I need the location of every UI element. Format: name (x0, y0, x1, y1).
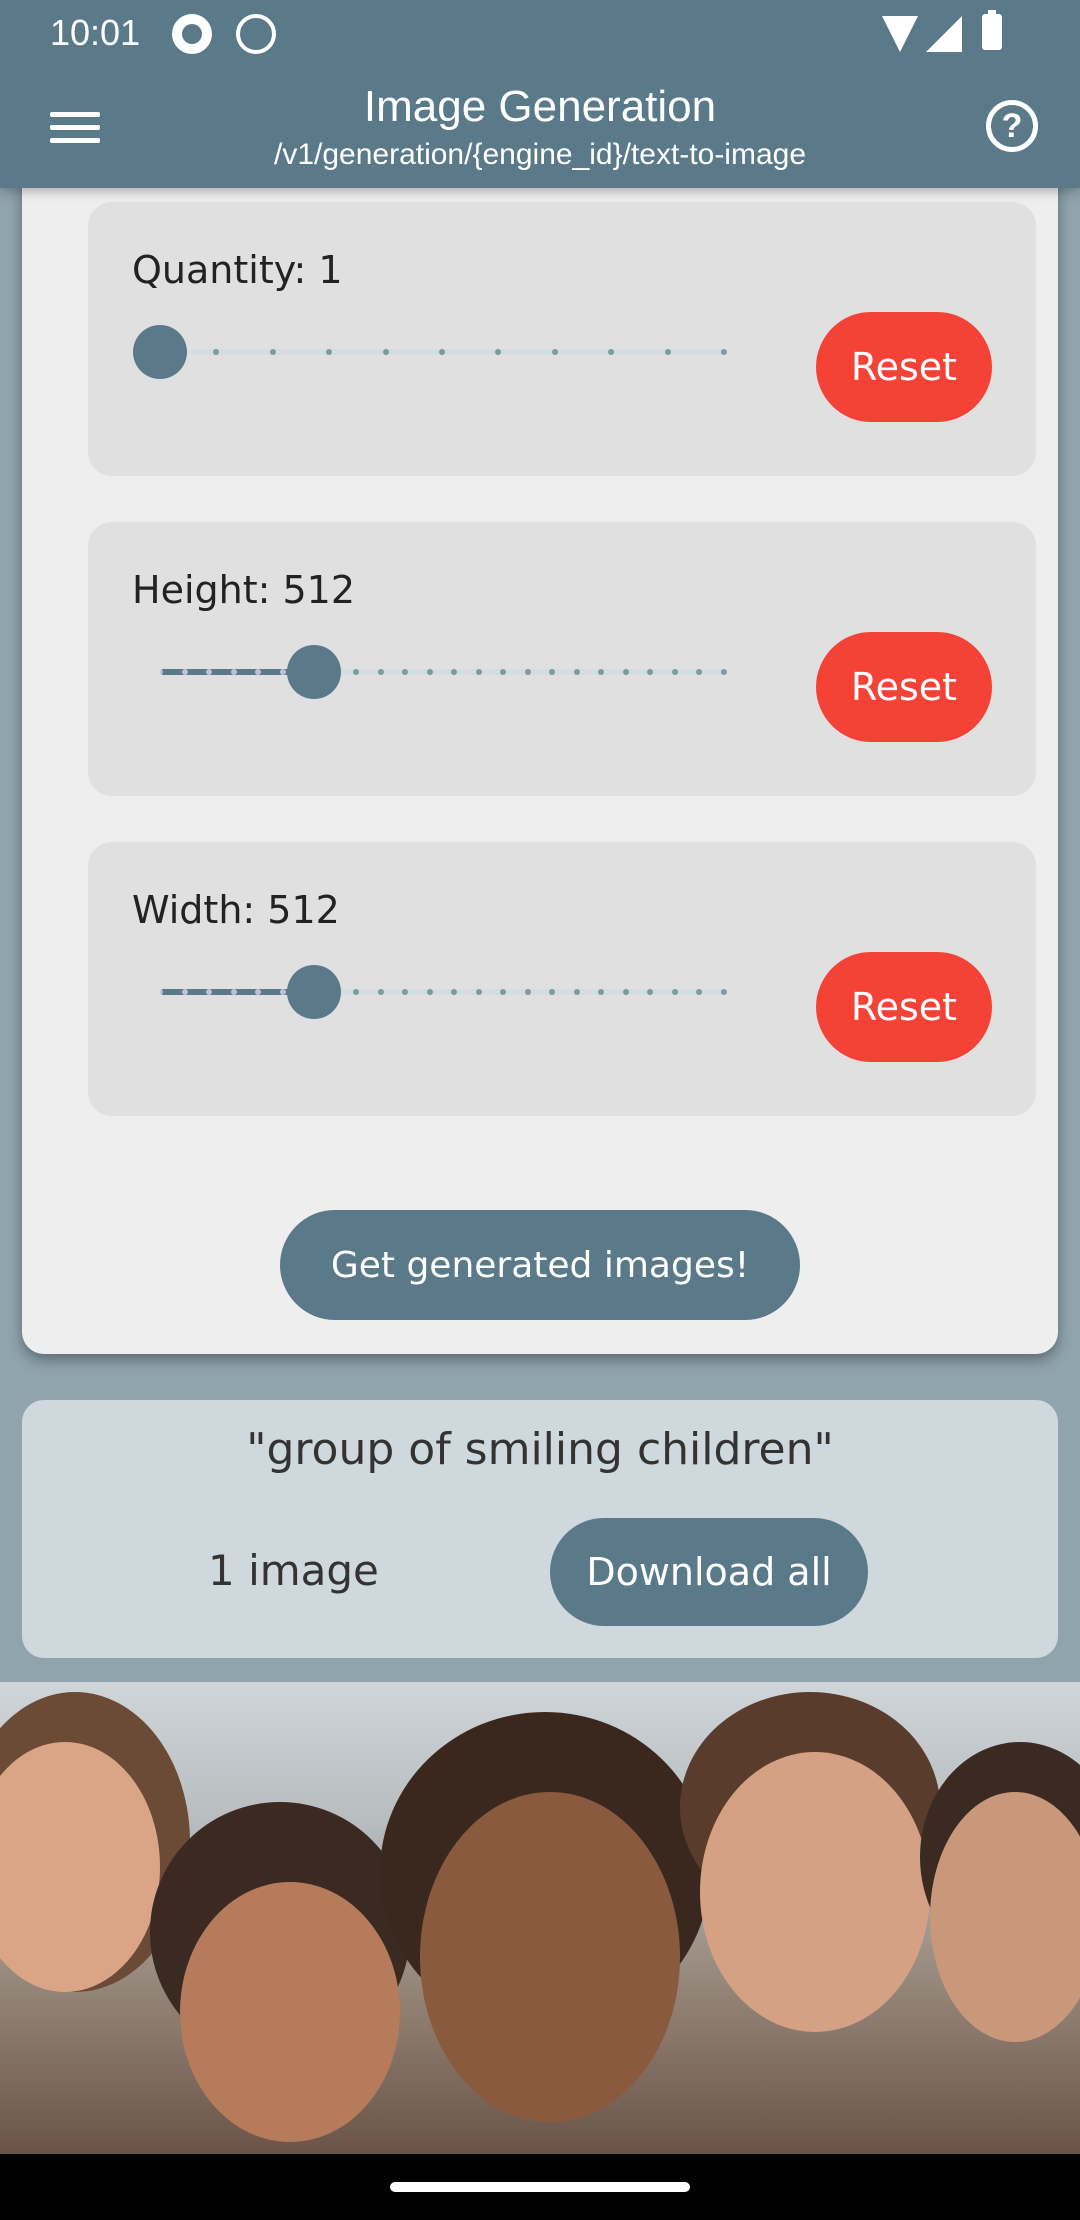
generated-image[interactable] (0, 1682, 1080, 2154)
slider-tick (439, 349, 445, 355)
quantity-slider[interactable] (132, 322, 752, 382)
height-label: Height: 512 (132, 568, 356, 612)
result-card: "group of smiling children" 1 image Down… (22, 1400, 1058, 1658)
slider-tick (721, 349, 727, 355)
slider-tick (573, 989, 580, 995)
slider-tick (721, 989, 727, 995)
slider-thumb[interactable] (133, 325, 187, 379)
slider-tick (279, 989, 286, 995)
status-bar: 10:01 (0, 0, 1080, 66)
slider-tick (181, 989, 188, 995)
slider-thumb[interactable] (286, 645, 341, 699)
slider-tick (382, 349, 389, 355)
slider-tick (622, 669, 629, 675)
height-slider[interactable] (132, 642, 752, 702)
slider-tick (671, 669, 678, 675)
slider-tick (551, 349, 558, 355)
width-reset-button[interactable]: Reset (816, 952, 992, 1062)
slider-tick (426, 669, 433, 675)
width-setting: Width: 512 Reset (88, 842, 1036, 1116)
wifi-icon (882, 16, 918, 52)
battery-icon (982, 10, 1002, 50)
slider-tick (269, 349, 276, 355)
slider-tick (157, 669, 163, 675)
slider-tick (524, 669, 531, 675)
slider-tick (230, 669, 237, 675)
slider-tick (377, 989, 384, 995)
help-icon[interactable]: ? (986, 100, 1038, 152)
settings-card: Quantity: 1 Reset Height: 512 Reset Widt… (22, 120, 1058, 1354)
slider-tick (622, 989, 629, 995)
notification-icon (172, 14, 212, 54)
quantity-reset-button[interactable]: Reset (816, 312, 992, 422)
slider-tick (475, 669, 482, 675)
slider-tick (206, 989, 213, 995)
slider-tick (157, 989, 163, 995)
slider-tick (279, 669, 286, 675)
slider-tick (377, 669, 384, 675)
prompt-text: "group of smiling children" (246, 1424, 834, 1475)
slider-tick (475, 989, 482, 995)
image-count: 1 image (208, 1546, 379, 1595)
page-subtitle: /v1/generation/{engine_id}/text-to-image (273, 138, 807, 171)
width-label: Width: 512 (132, 888, 340, 932)
width-slider[interactable] (132, 962, 752, 1022)
slider-tick (206, 669, 213, 675)
get-generated-images-button[interactable]: Get generated images! (280, 1210, 800, 1320)
slider-tick (573, 669, 580, 675)
quantity-setting: Quantity: 1 Reset (88, 202, 1036, 476)
height-setting: Height: 512 Reset (88, 522, 1036, 796)
slider-tick (524, 989, 531, 995)
notification-icon-2 (236, 14, 276, 54)
slider-thumb[interactable] (286, 965, 341, 1019)
slider-tick (426, 989, 433, 995)
download-all-button[interactable]: Download all (550, 1518, 868, 1626)
slider-tick (671, 989, 678, 995)
slider-tick (721, 669, 727, 675)
slider-tick (664, 349, 671, 355)
navigation-bar (0, 2154, 1080, 2220)
height-reset-button[interactable]: Reset (816, 632, 992, 742)
slider-tick (230, 989, 237, 995)
slider-tick (181, 669, 188, 675)
home-handle[interactable] (390, 2182, 690, 2192)
quantity-label: Quantity: 1 (132, 248, 343, 292)
app-bar: 10:01 Image Generation /v1/generation/{e… (0, 0, 1080, 188)
signal-icon (926, 16, 962, 52)
page-title: Image Generation (363, 82, 717, 131)
status-time: 10:01 (50, 12, 141, 53)
